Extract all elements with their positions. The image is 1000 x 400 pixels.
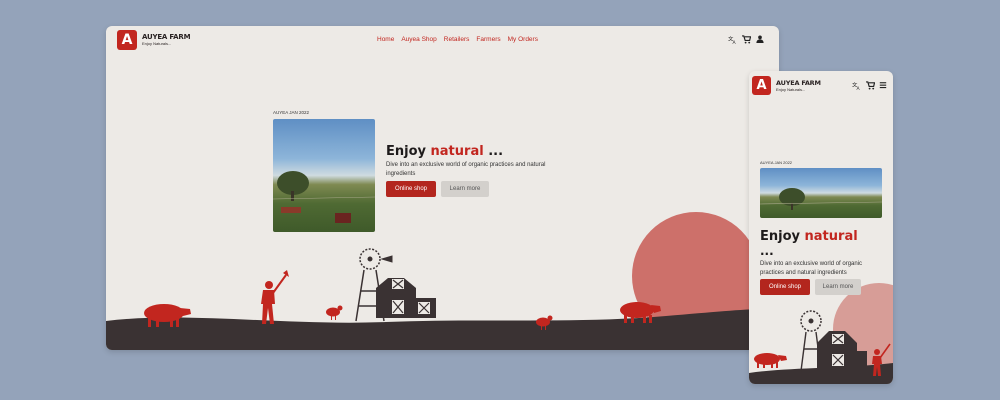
mobile-preview: A AUYEA FARM Enjoy Naturals... 文A AUYEA … (749, 71, 893, 384)
headline-accent: natural (430, 144, 484, 159)
hero-description: Dive into an exclusive world of organic … (386, 162, 546, 177)
hero-date: AUYEA JAN 2022 (760, 160, 793, 165)
hero-date: AUYEA JAN 2022 (273, 110, 310, 115)
farm-scene (749, 283, 893, 384)
hero-headline: Enjoy natural ... (386, 144, 503, 159)
farmer-silhouette (261, 270, 289, 324)
hero-headline-suffix-line: ... (760, 244, 774, 258)
headline-prefix: Enjoy (386, 144, 426, 159)
online-shop-button[interactable]: Online shop (760, 279, 810, 295)
hero-photo (760, 168, 882, 218)
hero-photo (273, 119, 375, 232)
hero-headline: Enjoy natural (760, 229, 858, 244)
headline-accent: natural (804, 229, 858, 244)
pig-silhouette (754, 353, 787, 368)
barn-silhouette (376, 278, 436, 318)
chicken-silhouette (326, 305, 343, 320)
headline-prefix: Enjoy (760, 229, 800, 244)
online-shop-button[interactable]: Online shop (386, 181, 436, 197)
hero-description: Dive into an exclusive world of organic … (760, 261, 863, 276)
learn-more-button[interactable]: Learn more (441, 181, 489, 197)
headline-suffix: ... (488, 144, 504, 159)
learn-more-button[interactable]: Learn more (815, 279, 861, 295)
desktop-preview: A AUYEA FARM Enjoy Naturals... Home Auye… (106, 26, 779, 350)
